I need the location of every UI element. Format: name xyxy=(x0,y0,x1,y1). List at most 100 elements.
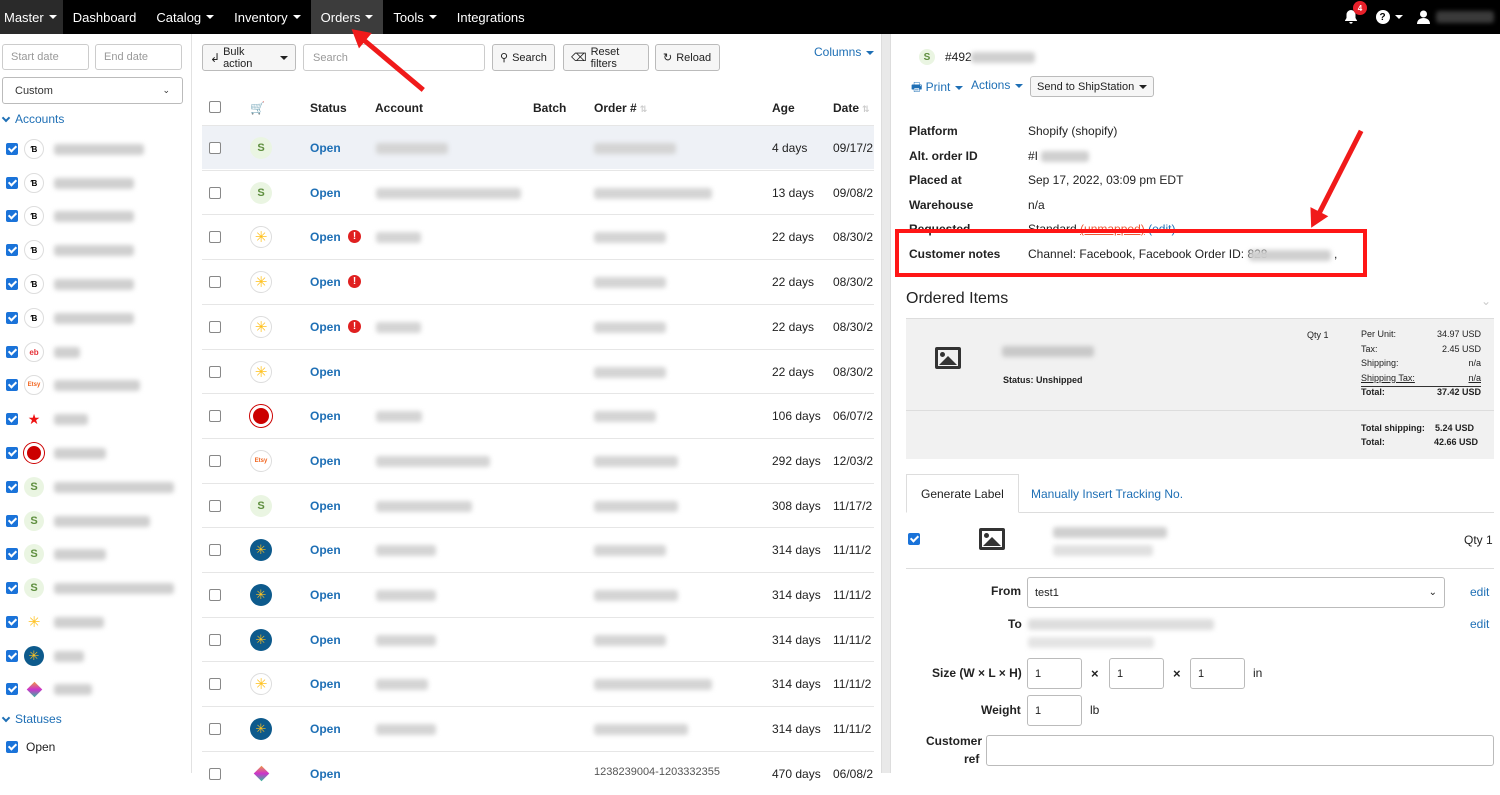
order-column-header[interactable]: Order # ⇅ xyxy=(594,101,647,115)
warning-icon[interactable]: ! xyxy=(348,319,361,333)
account-filter-item[interactable] xyxy=(6,679,92,699)
account-checkbox[interactable] xyxy=(6,346,18,358)
order-status[interactable]: Open xyxy=(310,186,341,200)
account-checkbox[interactable] xyxy=(6,379,18,391)
account-checkbox[interactable] xyxy=(6,683,18,695)
collapse-chevron-icon[interactable]: ⌄ xyxy=(1481,294,1491,308)
size-length-input[interactable]: 1 xyxy=(1109,658,1164,689)
print-dropdown[interactable]: 🖶 Print xyxy=(911,78,964,99)
row-checkbox[interactable] xyxy=(209,142,221,154)
nav-inventory[interactable]: Inventory xyxy=(224,0,310,34)
batch-column-header[interactable]: Batch xyxy=(533,101,566,115)
order-status[interactable]: Open xyxy=(310,409,341,423)
row-checkbox[interactable] xyxy=(209,231,221,244)
panel-resize-handle[interactable] xyxy=(881,34,891,773)
account-checkbox[interactable] xyxy=(6,177,18,189)
statuses-section-toggle[interactable]: Statuses xyxy=(1,712,62,726)
account-filter-item[interactable] xyxy=(6,443,106,463)
nav-master-menu[interactable]: Master xyxy=(0,0,63,34)
from-select[interactable]: test1 ⌄ xyxy=(1027,577,1445,608)
order-status[interactable]: Open xyxy=(310,767,341,781)
account-checkbox[interactable] xyxy=(6,481,18,493)
row-checkbox[interactable] xyxy=(209,410,221,423)
notifications-button[interactable]: 4 xyxy=(1331,0,1371,34)
table-row[interactable]: ✳ Open 314 days 11/11/2 xyxy=(202,706,874,750)
account-filter-item[interactable]: Ɓ xyxy=(6,173,134,193)
order-status[interactable]: Open xyxy=(310,543,341,557)
order-status[interactable]: Open xyxy=(310,141,341,155)
select-all-checkbox[interactable] xyxy=(209,101,221,113)
table-row[interactable]: ✳ Open 314 days 11/11/2 xyxy=(202,616,874,661)
search-button[interactable]: ⚲ Search xyxy=(492,44,555,71)
user-menu[interactable] xyxy=(1407,10,1500,24)
order-status[interactable]: Open xyxy=(310,230,341,244)
nav-orders[interactable]: Orders xyxy=(310,0,384,34)
account-filter-item[interactable]: Ɓ xyxy=(6,274,134,294)
order-status[interactable]: Open xyxy=(310,722,341,736)
account-checkbox[interactable] xyxy=(6,143,18,155)
account-checkbox[interactable] xyxy=(6,582,18,594)
row-checkbox[interactable] xyxy=(209,365,221,378)
account-filter-item[interactable]: S xyxy=(6,578,174,598)
account-checkbox[interactable] xyxy=(6,548,18,560)
warning-icon[interactable]: ! xyxy=(348,275,361,289)
customer-ref-input[interactable] xyxy=(986,735,1494,766)
table-row[interactable]: ✳ Open! 22 days 08/30/2 xyxy=(202,259,874,303)
order-status[interactable]: Open xyxy=(310,677,341,691)
row-checkbox[interactable] xyxy=(209,723,221,736)
account-filter-item[interactable]: ✳ xyxy=(6,646,84,666)
date-range-select[interactable]: Custom ⌄ xyxy=(2,77,183,104)
status-open-checkbox[interactable] xyxy=(6,741,18,753)
account-filter-item[interactable]: Ɓ xyxy=(6,139,144,159)
account-checkbox[interactable] xyxy=(6,210,18,222)
order-status[interactable]: Open xyxy=(310,588,341,602)
account-filter-item[interactable]: Ɓ xyxy=(6,206,134,226)
order-status[interactable]: Open xyxy=(310,499,341,513)
row-checkbox[interactable] xyxy=(209,767,221,780)
size-width-input[interactable]: 1 xyxy=(1027,658,1082,689)
to-edit-link[interactable]: edit xyxy=(1470,617,1489,631)
size-height-input[interactable]: 1 xyxy=(1190,658,1245,689)
tab-generate-label[interactable]: Generate Label xyxy=(906,474,1019,513)
row-checkbox[interactable] xyxy=(209,589,221,601)
account-checkbox[interactable] xyxy=(6,312,18,324)
account-filter-item[interactable]: Ɓ xyxy=(6,240,134,260)
warning-icon[interactable]: ! xyxy=(348,230,361,244)
bulk-action-button[interactable]: ↲ Bulk action xyxy=(202,44,296,71)
row-checkbox[interactable] xyxy=(209,320,221,333)
age-column-header[interactable]: Age xyxy=(772,101,795,115)
row-checkbox[interactable] xyxy=(209,499,221,512)
table-row[interactable]: ✳ Open 314 days 11/11/2 xyxy=(202,661,874,705)
weight-input[interactable]: 1 xyxy=(1027,695,1082,726)
account-filter-item[interactable]: S xyxy=(6,544,106,564)
help-menu[interactable]: ? xyxy=(1371,10,1407,24)
accounts-section-toggle[interactable]: Accounts xyxy=(1,112,64,126)
account-checkbox[interactable] xyxy=(6,616,18,628)
row-checkbox[interactable] xyxy=(209,276,221,289)
table-row[interactable]: S Open 13 days 09/08/2 xyxy=(202,169,874,214)
date-column-header[interactable]: Date ⇅ xyxy=(833,101,870,115)
account-filter-item[interactable]: ✳ xyxy=(6,612,104,632)
row-checkbox[interactable] xyxy=(209,186,221,199)
account-checkbox[interactable] xyxy=(6,447,18,459)
account-checkbox[interactable] xyxy=(6,413,18,425)
table-row[interactable]: ✳ Open 314 days 11/11/2 xyxy=(202,527,874,571)
account-checkbox[interactable] xyxy=(6,244,18,256)
table-row[interactable]: Etsy Open 292 days 12/03/2 xyxy=(202,437,874,482)
account-filter-item[interactable]: S xyxy=(6,477,174,497)
table-row[interactable]: S Open 4 days 09/17/2 xyxy=(202,125,874,169)
table-row[interactable]: ✳ Open 314 days 11/11/2 xyxy=(202,572,874,616)
row-checkbox[interactable] xyxy=(209,454,221,467)
account-filter-item[interactable]: S xyxy=(6,511,150,531)
nav-tools[interactable]: Tools xyxy=(383,0,446,34)
send-to-shipstation-button[interactable]: Send to ShipStation xyxy=(1030,76,1155,97)
reload-button[interactable]: ↻ Reload xyxy=(655,44,720,71)
table-row[interactable]: ✳ Open! 22 days 08/30/2 xyxy=(202,214,874,258)
table-row[interactable]: S Open 308 days 11/17/2 xyxy=(202,482,874,527)
row-checkbox[interactable] xyxy=(209,544,221,557)
account-filter-item[interactable]: Ɓ xyxy=(6,308,134,328)
table-row[interactable]: ✳ Open! 22 days 08/30/2 xyxy=(202,303,874,348)
platform-column-header[interactable]: 🛒 xyxy=(250,101,265,115)
nav-dashboard[interactable]: Dashboard xyxy=(63,0,147,34)
order-status[interactable]: Open xyxy=(310,633,341,647)
